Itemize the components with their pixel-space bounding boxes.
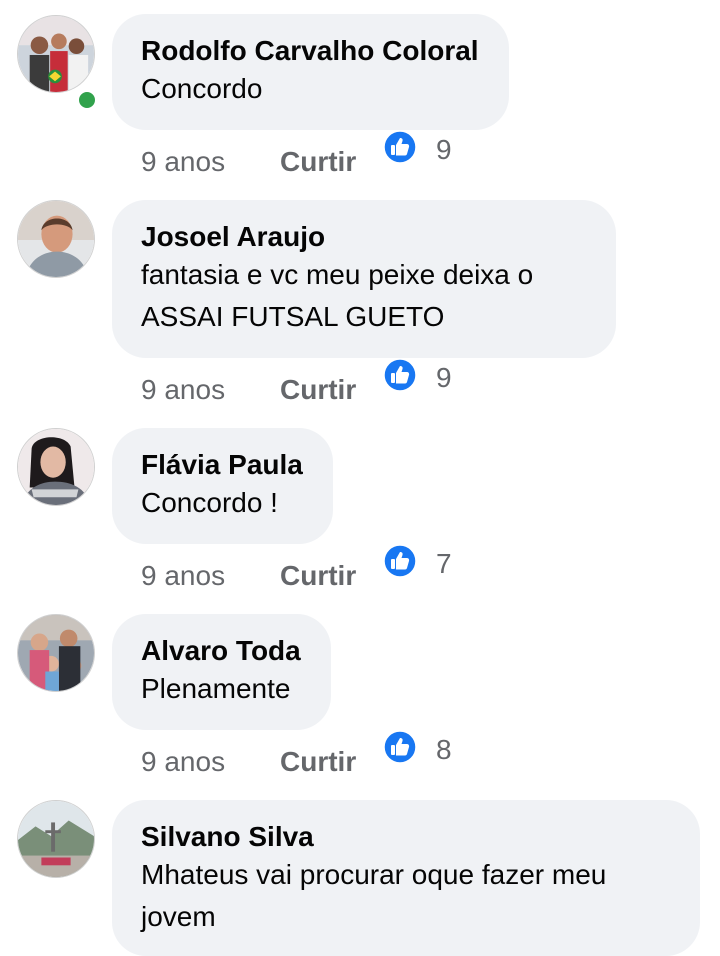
comment-bubble[interactable]: Rodolfo Carvalho Coloral Concordo bbox=[112, 14, 509, 130]
comment-text: Plenamente bbox=[141, 673, 291, 704]
thumbs-up-icon bbox=[383, 544, 417, 578]
avatar[interactable] bbox=[17, 200, 95, 278]
like-count[interactable]: 9 bbox=[436, 134, 452, 166]
user-photo-icon bbox=[18, 201, 94, 277]
user-photo-icon bbox=[18, 429, 94, 505]
comment-text: Concordo ! bbox=[141, 487, 278, 518]
comment-text: Concordo bbox=[141, 73, 263, 104]
comment-bubble[interactable]: Silvano Silva Mhateus vai procurar oque … bbox=[112, 800, 700, 956]
comment-author[interactable]: Silvano Silva bbox=[141, 820, 670, 854]
comment-timestamp[interactable]: 9 anos bbox=[141, 560, 225, 592]
comment-timestamp[interactable]: 9 anos bbox=[141, 146, 225, 178]
comment-bubble[interactable]: Flávia Paula Concordo ! bbox=[112, 428, 333, 544]
user-photo-family-icon bbox=[18, 615, 94, 691]
like-count[interactable]: 7 bbox=[436, 548, 452, 580]
online-status-indicator bbox=[76, 89, 98, 111]
comment-bubble[interactable]: Alvaro Toda Plenamente bbox=[112, 614, 331, 730]
comment-author[interactable]: Flávia Paula bbox=[141, 448, 303, 482]
thumbs-up-icon bbox=[383, 358, 417, 392]
avatar[interactable] bbox=[17, 800, 95, 878]
avatar[interactable] bbox=[17, 15, 95, 93]
like-button[interactable]: Curtir bbox=[280, 146, 356, 178]
user-photo-group-icon bbox=[18, 16, 94, 92]
like-button[interactable]: Curtir bbox=[280, 374, 356, 406]
like-button[interactable]: Curtir bbox=[280, 746, 356, 778]
comment-text: fantasia e vc meu peixe deixa o ASSAI FU… bbox=[141, 259, 534, 332]
user-photo-landscape-icon bbox=[18, 801, 94, 877]
like-count[interactable]: 9 bbox=[436, 362, 452, 394]
like-button[interactable]: Curtir bbox=[280, 560, 356, 592]
comment-author[interactable]: Alvaro Toda bbox=[141, 634, 301, 668]
comment-timestamp[interactable]: 9 anos bbox=[141, 374, 225, 406]
thumbs-up-icon bbox=[383, 730, 417, 764]
like-count[interactable]: 8 bbox=[436, 734, 452, 766]
comment-text: Mhateus vai procurar oque fazer meu jove… bbox=[141, 859, 607, 932]
comment-timestamp[interactable]: 9 anos bbox=[141, 746, 225, 778]
comment-bubble[interactable]: Josoel Araujo fantasia e vc meu peixe de… bbox=[112, 200, 616, 358]
thumbs-up-icon bbox=[383, 130, 417, 164]
avatar[interactable] bbox=[17, 428, 95, 506]
avatar[interactable] bbox=[17, 614, 95, 692]
comment-author[interactable]: Rodolfo Carvalho Coloral bbox=[141, 34, 479, 68]
comment-author[interactable]: Josoel Araujo bbox=[141, 220, 586, 254]
